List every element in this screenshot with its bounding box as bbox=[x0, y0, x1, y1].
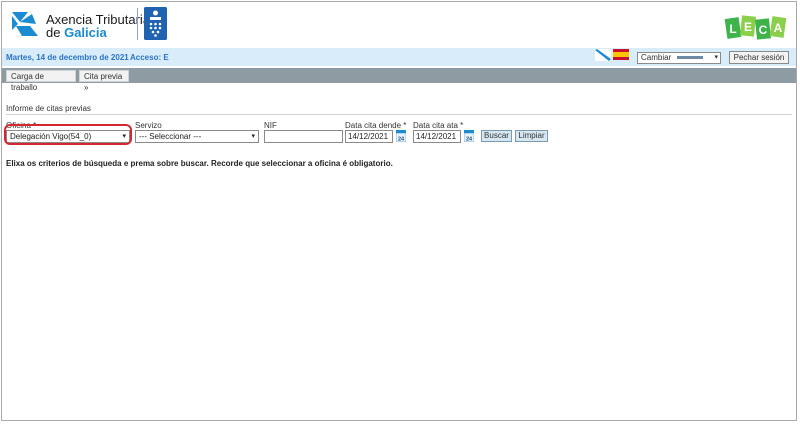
app-window: Axencia Tributaria de Galicia L E C A Ma… bbox=[1, 1, 797, 421]
section-divider bbox=[6, 114, 792, 115]
instructions-message: Elixa os criterios de búsqueda e prema s… bbox=[6, 159, 393, 168]
tab-cita-previa[interactable]: Cita previa » bbox=[79, 70, 129, 92]
logo-divider bbox=[137, 8, 138, 40]
chevron-down-icon: ▾ bbox=[714, 54, 718, 61]
limpiar-button[interactable]: Limpiar bbox=[515, 130, 548, 142]
leca-letter: A bbox=[774, 21, 783, 35]
leca-letter: L bbox=[729, 22, 736, 36]
servizo-select[interactable]: --- Seleccionar --- ▾ bbox=[135, 130, 259, 143]
galician-flag-icon[interactable] bbox=[595, 49, 611, 61]
leca-logo-icon: L E C A bbox=[724, 15, 787, 40]
atriga-logo-icon bbox=[12, 12, 38, 36]
current-date: Martes, 14 de decembro de 2021 bbox=[6, 53, 129, 62]
leca-letter: C bbox=[759, 23, 768, 37]
svg-text:24: 24 bbox=[398, 137, 405, 143]
logo-subtitle: de Galicia bbox=[46, 25, 107, 40]
language-progress-indicator bbox=[677, 56, 704, 60]
chevron-down-icon: ▾ bbox=[251, 133, 255, 140]
last-access: Acceso: E bbox=[130, 53, 169, 62]
highlight-annotation bbox=[4, 124, 132, 145]
leca-letter: E bbox=[744, 20, 752, 34]
svg-text:24: 24 bbox=[466, 137, 473, 143]
nif-input[interactable] bbox=[264, 130, 343, 143]
data-ata-input[interactable]: 14/12/2021 bbox=[413, 130, 461, 143]
servizo-label: Servizo bbox=[135, 121, 162, 130]
header: Axencia Tributaria de Galicia L E C A bbox=[2, 2, 796, 46]
section-title: Informe de citas previas bbox=[6, 104, 91, 113]
data-ata-label: Data cita ata * bbox=[413, 121, 464, 130]
language-select[interactable]: Cambiar ▾ bbox=[637, 52, 721, 64]
buscar-button[interactable]: Buscar bbox=[481, 130, 512, 142]
tab-carga-traballo[interactable]: Carga de traballo bbox=[6, 70, 76, 92]
calendar-icon[interactable]: 24 bbox=[464, 129, 474, 142]
logout-button[interactable]: Pechar sesión bbox=[729, 51, 789, 64]
calendar-icon[interactable]: 24 bbox=[396, 129, 406, 142]
spanish-flag-icon[interactable] bbox=[613, 49, 629, 60]
xunta-shield-icon bbox=[144, 7, 167, 40]
data-dende-input[interactable]: 14/12/2021 bbox=[345, 130, 393, 143]
nif-label: NIF bbox=[264, 121, 277, 130]
